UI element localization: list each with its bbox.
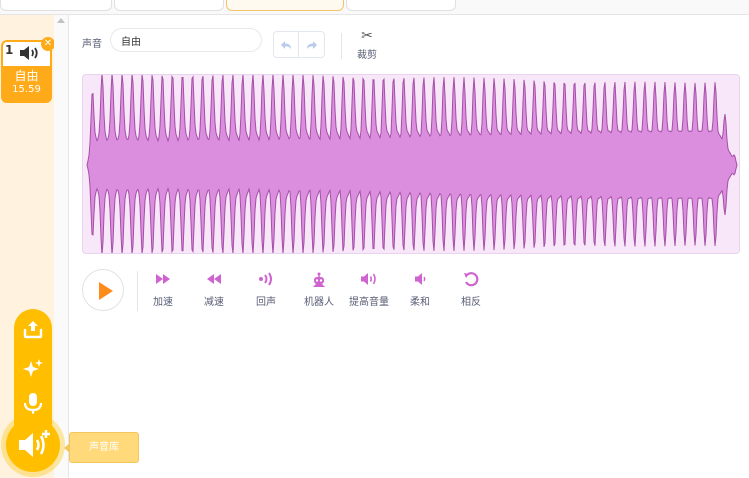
waveform-path xyxy=(86,75,738,253)
editor-tab-strip xyxy=(0,0,749,15)
undo-button[interactable] xyxy=(273,31,299,58)
choose-sound-button[interactable] xyxy=(6,418,60,472)
tab-other[interactable] xyxy=(346,0,456,11)
upload-sound-button[interactable] xyxy=(20,316,46,342)
waveform-display[interactable] xyxy=(82,74,740,254)
undo-redo-group xyxy=(273,31,327,58)
play-button[interactable] xyxy=(82,269,124,311)
effect-echo-button[interactable]: 回声 xyxy=(251,272,281,308)
softer-icon xyxy=(405,272,435,290)
redo-icon xyxy=(306,40,317,49)
effect-softer-button[interactable]: 柔和 xyxy=(405,272,435,308)
sound-tile-name: 自由 xyxy=(14,69,39,83)
effect-label: 回声 xyxy=(256,297,276,308)
sound-library-tooltip: 声音库 xyxy=(64,432,139,463)
sound-tile-duration: 15.59 xyxy=(12,84,41,95)
undo-icon xyxy=(281,40,291,49)
effect-faster-button[interactable]: 加速 xyxy=(148,272,178,308)
tab-costumes[interactable] xyxy=(114,0,224,11)
record-sound-button[interactable] xyxy=(20,391,46,417)
upload-icon xyxy=(23,321,43,339)
effect-label: 柔和 xyxy=(410,297,430,308)
sound-name-input[interactable] xyxy=(110,28,262,52)
effect-slower-button[interactable]: 减速 xyxy=(199,272,229,308)
effect-louder-button[interactable]: 提高音量 xyxy=(345,272,393,308)
effect-label: 减速 xyxy=(204,297,224,308)
close-icon[interactable]: ✕ xyxy=(41,37,55,51)
scissors-icon: ✂ xyxy=(361,28,373,44)
echo-icon xyxy=(251,272,281,290)
sound-tile-index: 1 xyxy=(5,43,14,57)
speaker-icon xyxy=(20,46,38,60)
sparkle-icon xyxy=(23,359,43,377)
scroll-up-arrow-icon[interactable] xyxy=(57,18,65,23)
sound-list-scrollbar[interactable] xyxy=(54,15,69,478)
robot-icon xyxy=(299,272,339,290)
surprise-sound-button[interactable] xyxy=(20,355,46,381)
effect-robot-button[interactable]: 机器人 xyxy=(299,272,339,308)
effects-divider xyxy=(137,271,138,311)
louder-icon xyxy=(345,272,393,290)
effect-reverse-button[interactable]: 相反 xyxy=(456,272,486,308)
redo-button[interactable] xyxy=(299,31,325,58)
tab-code[interactable] xyxy=(0,0,112,11)
header-divider xyxy=(341,33,342,59)
play-icon xyxy=(99,282,113,300)
sound-name-label: 声音 xyxy=(82,39,102,50)
effect-label: 加速 xyxy=(153,297,173,308)
tab-sounds[interactable] xyxy=(226,0,344,11)
trim-label: 裁剪 xyxy=(357,50,377,61)
reverse-icon xyxy=(456,272,486,290)
effect-label: 相反 xyxy=(461,297,481,308)
microphone-icon xyxy=(23,393,43,414)
effect-label: 提高音量 xyxy=(349,297,389,308)
sound-tile-footer: 自由 15.59 xyxy=(3,66,50,101)
fast-forward-icon xyxy=(148,272,178,290)
rewind-icon xyxy=(199,272,229,290)
sound-tile[interactable]: 1 ✕ 自由 15.59 xyxy=(1,37,55,103)
waveform-graph xyxy=(86,75,738,253)
effect-label: 机器人 xyxy=(304,297,334,308)
trim-button[interactable]: ✂ 裁剪 xyxy=(352,29,382,61)
speaker-plus-icon xyxy=(19,430,50,457)
